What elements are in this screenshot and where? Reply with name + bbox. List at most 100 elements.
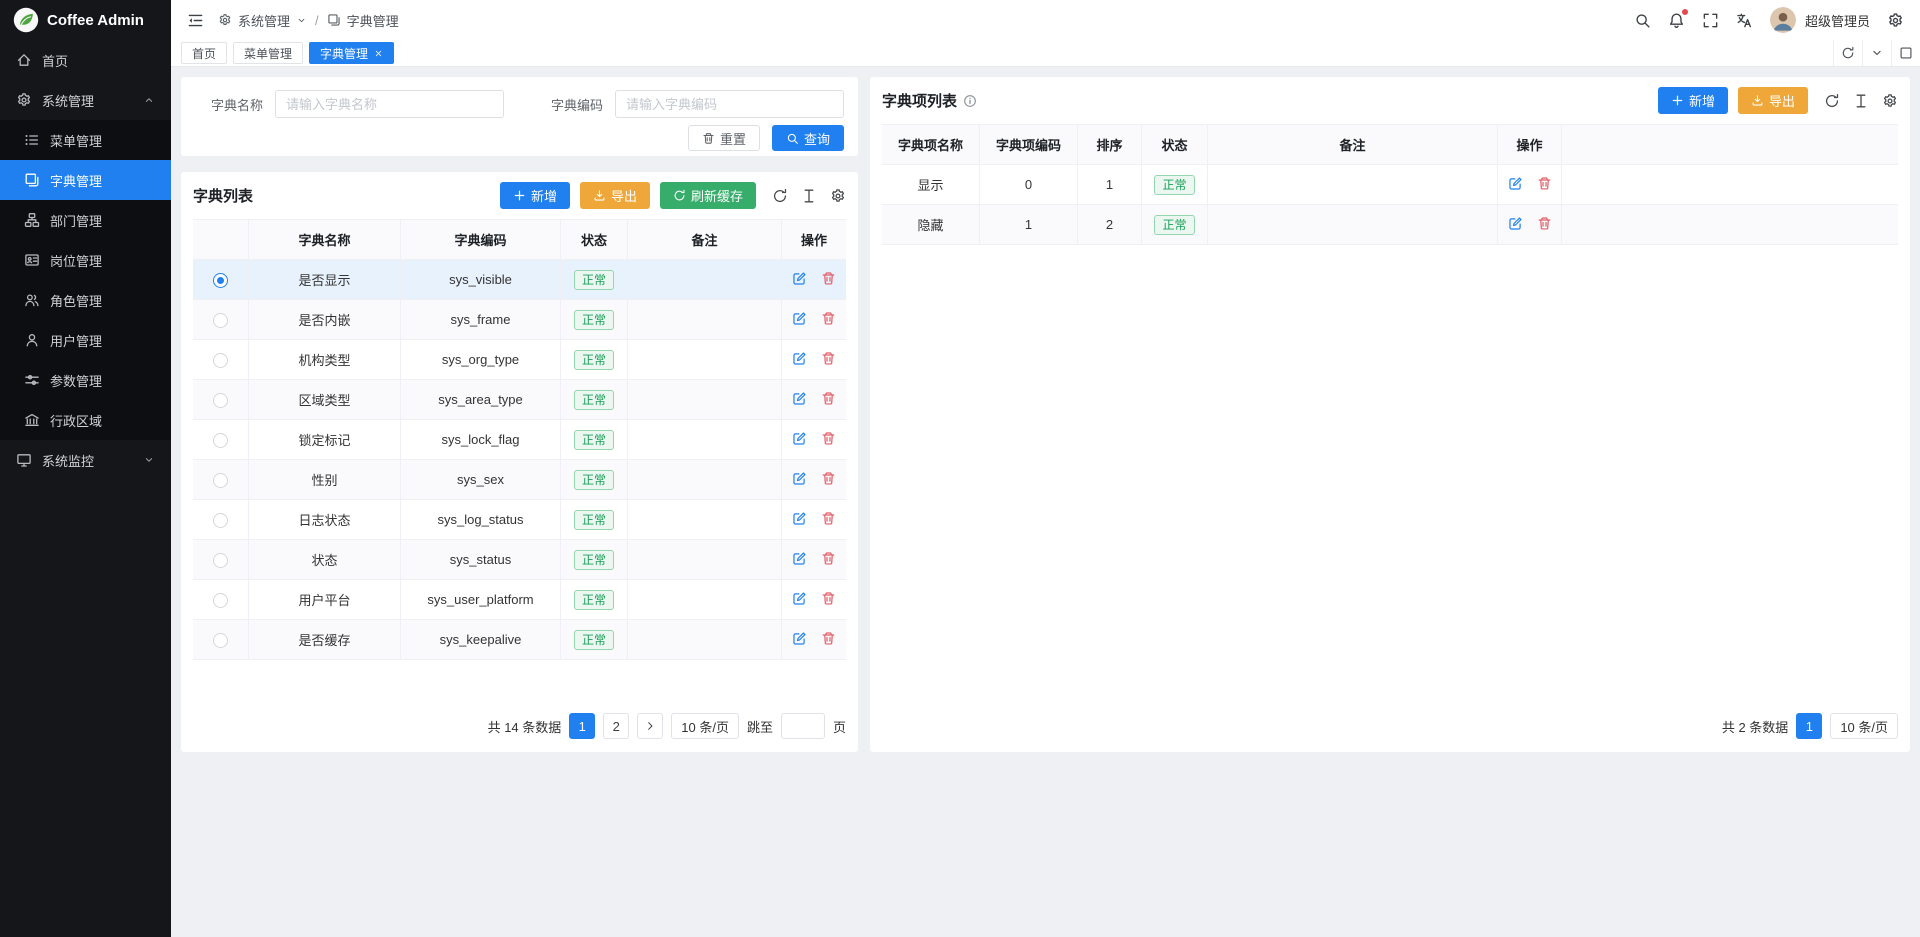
gear-icon[interactable] bbox=[1887, 12, 1904, 29]
row-radio[interactable] bbox=[213, 353, 228, 368]
table-row[interactable]: 用户平台sys_user_platform正常 bbox=[193, 580, 846, 620]
dict-name-input[interactable] bbox=[275, 90, 504, 118]
delete-icon[interactable] bbox=[821, 391, 836, 406]
tab-2[interactable]: 字典管理 bbox=[309, 42, 394, 64]
reset-button[interactable]: 重置 bbox=[688, 125, 760, 151]
sidebar-item-label: 系统管理 bbox=[42, 91, 94, 110]
delete-icon[interactable] bbox=[1537, 176, 1552, 191]
table-row[interactable]: 锁定标记sys_lock_flag正常 bbox=[193, 420, 846, 460]
row-radio[interactable] bbox=[213, 273, 228, 288]
sidebar-item-system-monitor[interactable]: 系统监控 bbox=[0, 440, 171, 480]
column-settings-icon[interactable] bbox=[801, 188, 817, 204]
sidebar-subitem-2[interactable]: 部门管理 bbox=[0, 200, 171, 240]
table-row[interactable]: 机构类型sys_org_type正常 bbox=[193, 340, 846, 380]
jump-page-input[interactable] bbox=[781, 713, 825, 739]
edit-icon[interactable] bbox=[792, 631, 807, 646]
sidebar-subitem-5[interactable]: 用户管理 bbox=[0, 320, 171, 360]
add-button[interactable]: 新增 bbox=[500, 182, 570, 209]
next-page-button[interactable] bbox=[637, 713, 663, 739]
delete-icon[interactable] bbox=[821, 471, 836, 486]
add-button[interactable]: 新增 bbox=[1658, 87, 1728, 114]
page-button[interactable]: 2 bbox=[603, 713, 629, 739]
breadcrumb-parent[interactable]: 系统管理 bbox=[238, 11, 290, 30]
chevron-down-icon[interactable] bbox=[1862, 40, 1891, 66]
sidebar-subitem-1[interactable]: 字典管理 bbox=[0, 160, 171, 200]
close-icon[interactable] bbox=[374, 49, 383, 58]
table-row[interactable]: 是否内嵌sys_frame正常 bbox=[193, 300, 846, 340]
edit-icon[interactable] bbox=[1508, 216, 1523, 231]
avatar[interactable] bbox=[1770, 7, 1796, 33]
sidebar-subitem-7[interactable]: 行政区域 bbox=[0, 400, 171, 440]
row-radio[interactable] bbox=[213, 313, 228, 328]
maximize-icon[interactable] bbox=[1891, 40, 1920, 66]
fullscreen-icon[interactable] bbox=[1702, 12, 1719, 29]
page-size-select[interactable]: 10 条/页 bbox=[671, 713, 739, 739]
edit-icon[interactable] bbox=[792, 391, 807, 406]
translate-icon[interactable] bbox=[1736, 12, 1753, 29]
table-row[interactable]: 隐藏12正常 bbox=[882, 205, 1898, 245]
sidebar-collapse-icon[interactable] bbox=[187, 12, 204, 29]
bell-icon[interactable] bbox=[1668, 12, 1685, 29]
sidebar-subitem-6[interactable]: 参数管理 bbox=[0, 360, 171, 400]
edit-icon[interactable] bbox=[792, 431, 807, 446]
table-row[interactable]: 日志状态sys_log_status正常 bbox=[193, 500, 846, 540]
row-radio[interactable] bbox=[213, 393, 228, 408]
edit-icon[interactable] bbox=[792, 551, 807, 566]
delete-icon[interactable] bbox=[821, 511, 836, 526]
sidebar-subitem-3[interactable]: 岗位管理 bbox=[0, 240, 171, 280]
edit-icon[interactable] bbox=[792, 311, 807, 326]
refresh-icon[interactable] bbox=[1833, 40, 1862, 66]
sidebar-subitem-0[interactable]: 菜单管理 bbox=[0, 120, 171, 160]
edit-icon[interactable] bbox=[792, 471, 807, 486]
dict-code-input[interactable] bbox=[615, 90, 844, 118]
column-settings-icon[interactable] bbox=[1853, 93, 1869, 109]
app-logo[interactable]: Coffee Admin bbox=[0, 0, 171, 40]
table-row[interactable]: 区域类型sys_area_type正常 bbox=[193, 380, 846, 420]
item-code-cell: 0 bbox=[980, 165, 1078, 205]
table-row[interactable]: 是否显示sys_visible正常 bbox=[193, 260, 846, 300]
export-button[interactable]: 导出 bbox=[1738, 87, 1808, 114]
info-icon[interactable] bbox=[963, 94, 977, 108]
row-radio[interactable] bbox=[213, 473, 228, 488]
tab-0[interactable]: 首页 bbox=[181, 42, 227, 64]
delete-icon[interactable] bbox=[821, 271, 836, 286]
table-row[interactable]: 性别sys_sex正常 bbox=[193, 460, 846, 500]
edit-icon[interactable] bbox=[792, 591, 807, 606]
export-button[interactable]: 导出 bbox=[580, 182, 650, 209]
search-icon[interactable] bbox=[1634, 12, 1651, 29]
edit-icon[interactable] bbox=[1508, 176, 1523, 191]
sidebar-subitem-4[interactable]: 角色管理 bbox=[0, 280, 171, 320]
delete-icon[interactable] bbox=[821, 431, 836, 446]
table-row[interactable]: 显示01正常 bbox=[882, 165, 1898, 205]
table-row[interactable]: 状态sys_status正常 bbox=[193, 540, 846, 580]
delete-icon[interactable] bbox=[821, 631, 836, 646]
refresh-icon[interactable] bbox=[1824, 93, 1840, 109]
row-radio[interactable] bbox=[213, 633, 228, 648]
user-name[interactable]: 超级管理员 bbox=[1805, 11, 1870, 30]
edit-icon[interactable] bbox=[792, 271, 807, 286]
page-button[interactable]: 1 bbox=[1796, 713, 1822, 739]
query-button[interactable]: 查询 bbox=[772, 125, 844, 151]
tab-1[interactable]: 菜单管理 bbox=[233, 42, 303, 64]
delete-icon[interactable] bbox=[821, 551, 836, 566]
row-radio[interactable] bbox=[213, 593, 228, 608]
badge-icon bbox=[24, 252, 40, 268]
edit-icon[interactable] bbox=[792, 511, 807, 526]
delete-icon[interactable] bbox=[821, 311, 836, 326]
delete-icon[interactable] bbox=[1537, 216, 1552, 231]
refresh-icon[interactable] bbox=[772, 188, 788, 204]
delete-icon[interactable] bbox=[821, 351, 836, 366]
table-row[interactable]: 是否缓存sys_keepalive正常 bbox=[193, 620, 846, 660]
edit-icon[interactable] bbox=[792, 351, 807, 366]
delete-icon[interactable] bbox=[821, 591, 836, 606]
sidebar-item-home[interactable]: 首页 bbox=[0, 40, 171, 80]
gear-icon[interactable] bbox=[1882, 93, 1898, 109]
sidebar-item-system-management[interactable]: 系统管理 bbox=[0, 80, 171, 120]
row-radio[interactable] bbox=[213, 433, 228, 448]
page-size-select[interactable]: 10 条/页 bbox=[1830, 713, 1898, 739]
refresh-cache-button[interactable]: 刷新缓存 bbox=[660, 182, 756, 209]
page-button[interactable]: 1 bbox=[569, 713, 595, 739]
row-radio[interactable] bbox=[213, 553, 228, 568]
gear-icon[interactable] bbox=[830, 188, 846, 204]
row-radio[interactable] bbox=[213, 513, 228, 528]
